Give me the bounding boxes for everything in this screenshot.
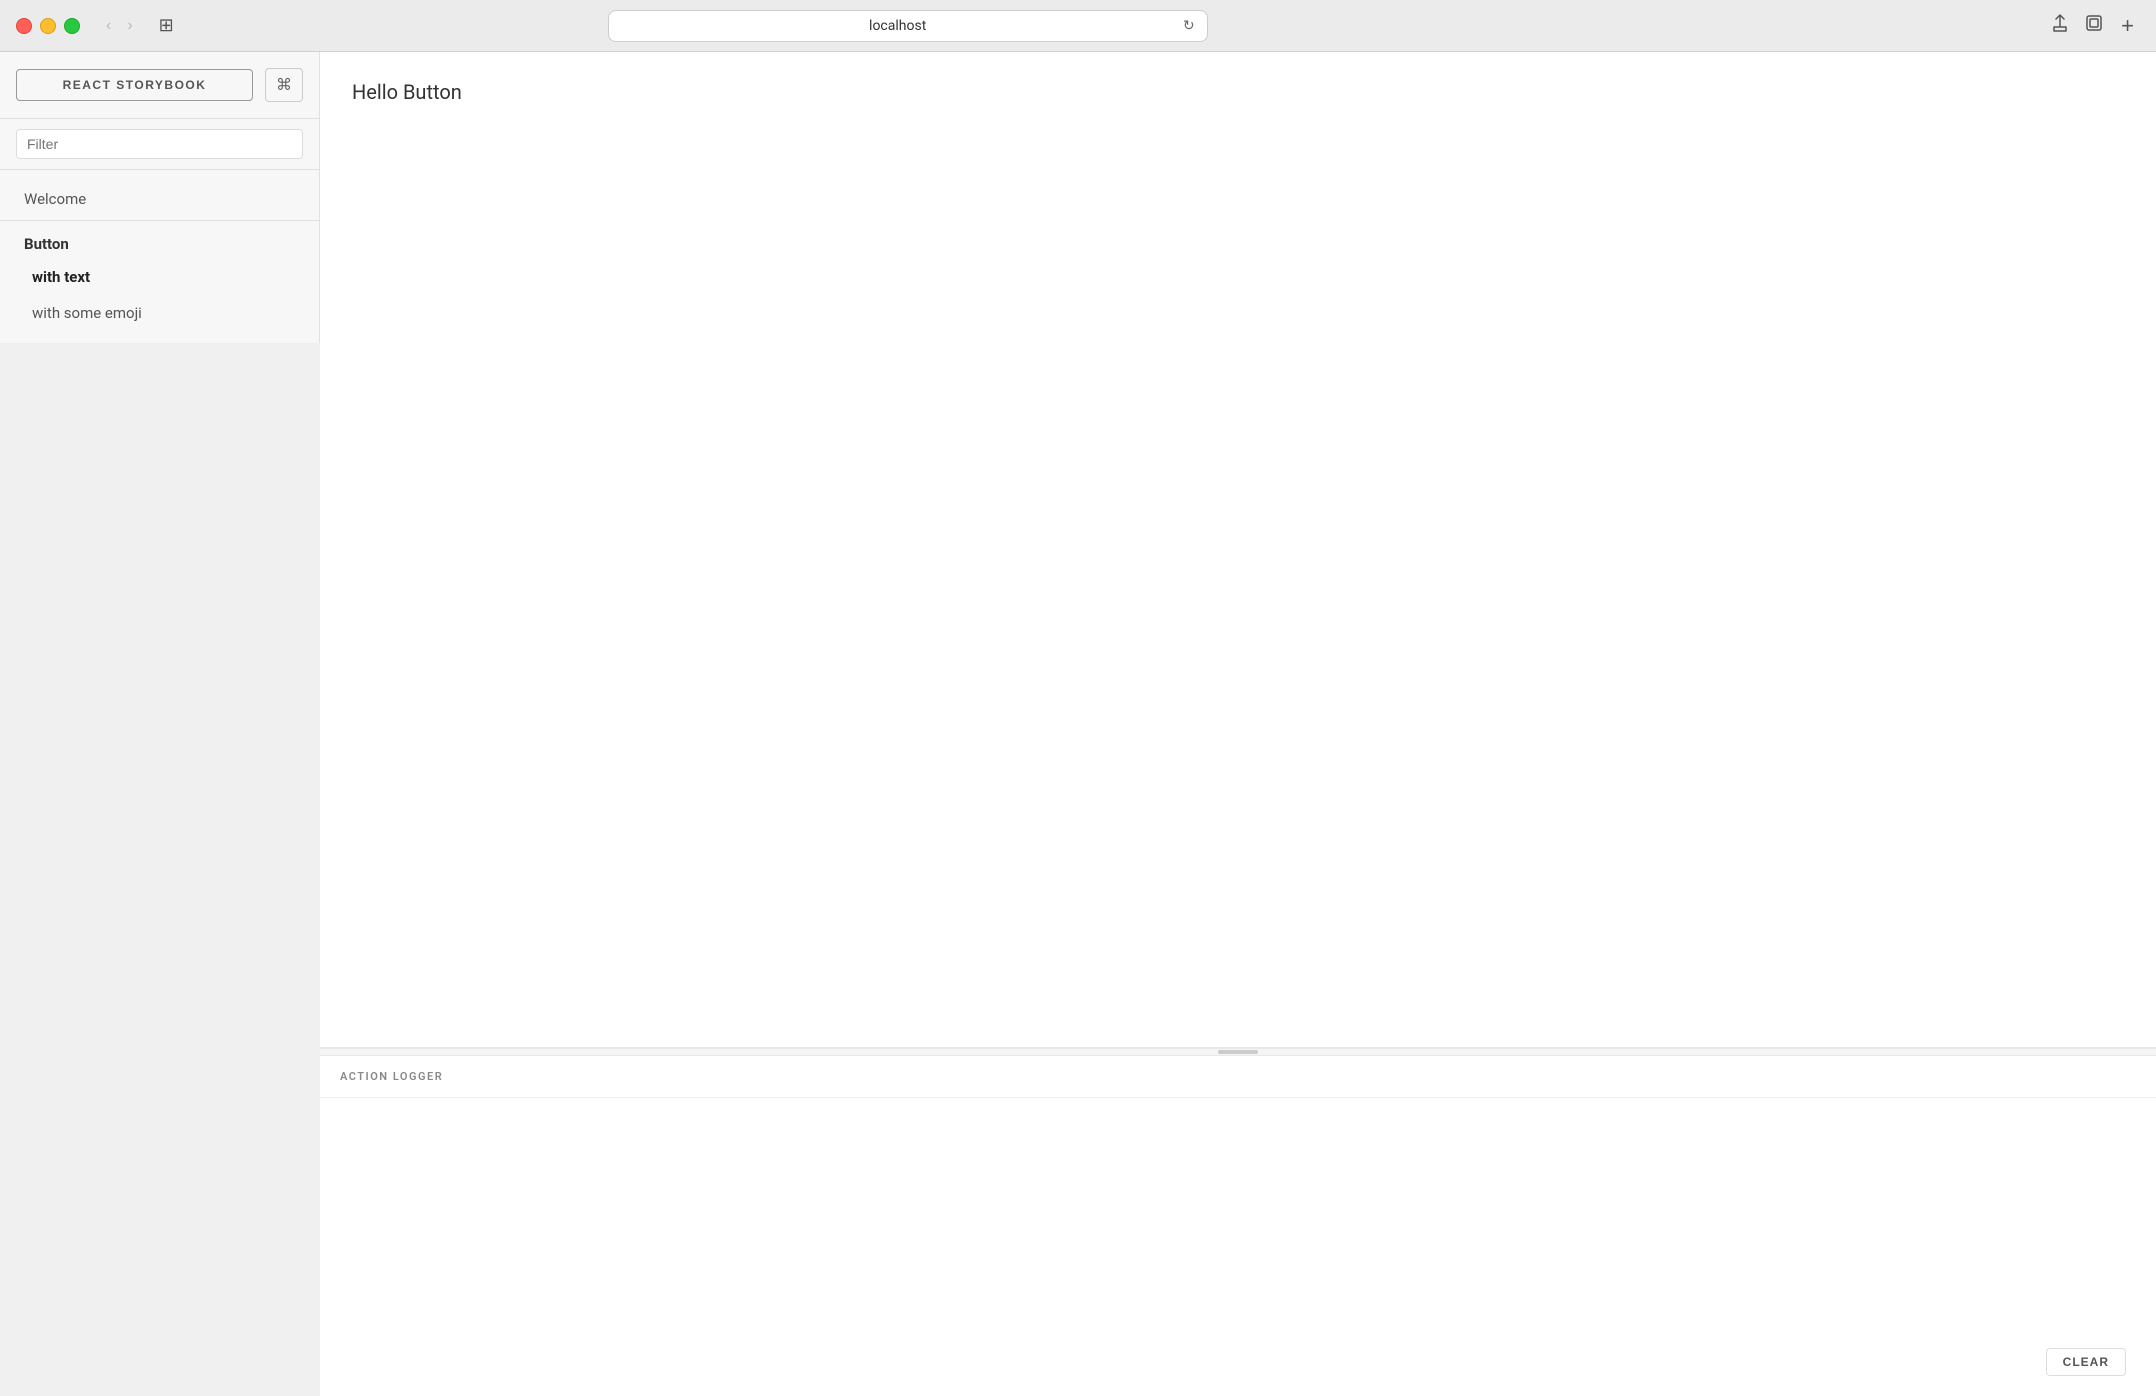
close-button[interactable] (16, 18, 32, 34)
new-tab-button[interactable]: + (2115, 10, 2140, 41)
reload-button[interactable]: ↻ (1183, 17, 1195, 34)
sidebar-nav: Welcome Button with text with some emoji (0, 170, 319, 343)
action-logger-header: ACTION LOGGER (320, 1056, 2156, 1098)
nav-divider (0, 220, 319, 221)
sidebar-header: REACT STORYBOOK ⌘ (0, 52, 319, 119)
panel-resize-bar[interactable] (320, 1048, 2156, 1056)
filter-input-wrapper (0, 119, 319, 170)
share-icon (2051, 14, 2069, 32)
maximize-button[interactable] (64, 18, 80, 34)
filter-input[interactable] (16, 129, 303, 159)
action-logger-panel: ACTION LOGGER (320, 1056, 2156, 1396)
storybook-button[interactable]: REACT STORYBOOK (16, 69, 253, 101)
sidebar-container: REACT STORYBOOK ⌘ Welcome Button with te… (0, 52, 320, 1396)
main-content: Hello Button ACTION LOGGER (320, 52, 2156, 1396)
forward-button[interactable]: › (121, 13, 138, 39)
browser-actions: + (2047, 10, 2140, 41)
back-button[interactable]: ‹ (100, 13, 117, 39)
sidebar-item-with-some-emoji[interactable]: with some emoji (0, 295, 319, 331)
address-text: localhost (621, 18, 1175, 34)
tabs-button[interactable] (2081, 10, 2107, 41)
sidebar-section-button: Button (0, 225, 319, 259)
action-logger-body (320, 1098, 2156, 1396)
app-layout: REACT STORYBOOK ⌘ Welcome Button with te… (0, 52, 2156, 1396)
tabs-icon (2085, 14, 2103, 32)
sidebar-toggle-button[interactable]: ⊞ (151, 11, 182, 40)
resize-grip (1218, 1050, 1258, 1054)
sidebar: REACT STORYBOOK ⌘ Welcome Button with te… (0, 52, 320, 343)
traffic-lights (16, 18, 80, 34)
keyboard-shortcut-button[interactable]: ⌘ (265, 68, 303, 102)
sidebar-item-welcome[interactable]: Welcome (0, 182, 319, 216)
action-logger-title: ACTION LOGGER (340, 1070, 443, 1083)
sidebar-item-with-text[interactable]: with text (0, 259, 319, 295)
nav-buttons: ‹ › (100, 13, 139, 39)
address-bar: localhost ↻ (608, 10, 1208, 42)
sidebar-resize-handle[interactable] (316, 52, 320, 1396)
story-title: Hello Button (352, 80, 2124, 104)
clear-button[interactable]: CLEAR (2046, 1348, 2126, 1376)
minimize-button[interactable] (40, 18, 56, 34)
story-panel: Hello Button (320, 52, 2156, 1048)
browser-chrome: ‹ › ⊞ localhost ↻ + (0, 0, 2156, 52)
share-button[interactable] (2047, 10, 2073, 41)
